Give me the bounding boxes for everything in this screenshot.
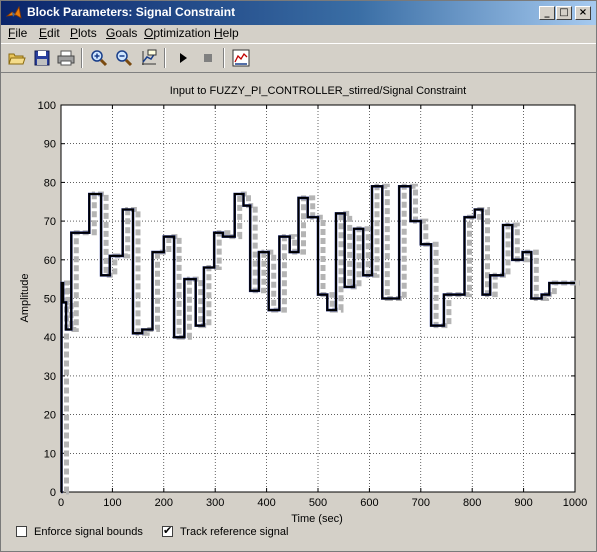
plot-area <box>60 104 576 493</box>
x-tick-label: 500 <box>309 497 327 509</box>
x-tick-label: 300 <box>206 497 224 509</box>
y-axis-label: Amplitude <box>19 274 31 323</box>
x-tick-label: 0 <box>58 497 64 509</box>
x-tick-label: 900 <box>514 497 532 509</box>
x-tick-label: 800 <box>463 497 481 509</box>
x-tick-label: 700 <box>412 497 430 509</box>
y-tick-label: 50 <box>44 294 56 306</box>
y-tick-label: 70 <box>44 216 56 228</box>
track-reference-label: Track reference signal <box>180 526 289 538</box>
x-tick-label: 200 <box>155 497 173 509</box>
plot-title: Input to FUZZY_PI_CONTROLLER_stirred/Sig… <box>169 85 467 97</box>
y-tick-label: 20 <box>44 410 56 422</box>
y-tick-label: 80 <box>44 177 56 189</box>
y-tick-label: 100 <box>38 100 56 112</box>
y-tick-label: 30 <box>44 371 56 383</box>
checkmark-icon: ✔ <box>163 525 173 537</box>
y-tick-label: 10 <box>44 448 56 460</box>
x-tick-label: 400 <box>257 497 275 509</box>
x-axis-label: Time (sec) <box>291 513 343 525</box>
y-tick-label: 40 <box>44 332 56 344</box>
y-tick-label: 90 <box>44 139 56 151</box>
x-tick-label: 600 <box>360 497 378 509</box>
block-parameters-window: Block Parameters: Signal Constraint _ □ … <box>0 0 597 552</box>
y-tick-label: 0 <box>50 487 56 499</box>
x-tick-label: 1000 <box>563 497 587 509</box>
y-tick-label: 60 <box>44 255 56 267</box>
enforce-bounds-checkbox[interactable] <box>16 526 27 537</box>
track-reference-checkbox[interactable]: ✔ <box>162 525 173 537</box>
signal-constraint-plot[interactable]: 0 10 20 30 40 50 60 70 80 90 100 0 100 200 300 400 500 6… <box>1 1 596 551</box>
x-tick-label: 100 <box>103 497 121 509</box>
enforce-bounds-label: Enforce signal bounds <box>34 526 143 538</box>
